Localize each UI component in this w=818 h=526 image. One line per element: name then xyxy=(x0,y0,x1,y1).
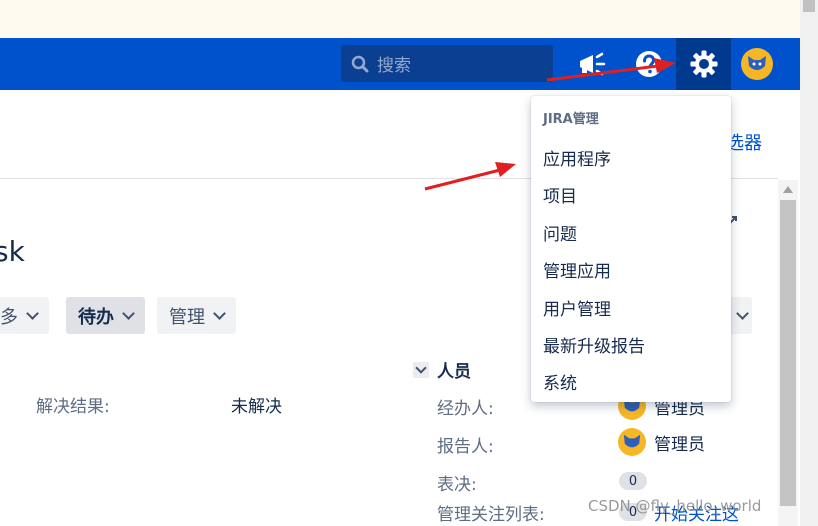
people-section-header[interactable]: 人员 xyxy=(413,357,471,382)
chevron-down-icon xyxy=(122,307,135,320)
menu-item-issues[interactable]: 问题 xyxy=(543,220,577,245)
chevron-down-icon xyxy=(213,307,226,320)
avatar xyxy=(748,56,766,70)
admin-button-label: 管理 xyxy=(169,306,205,328)
chevron-down-icon xyxy=(26,307,39,320)
votes-label: 表决: xyxy=(437,475,477,495)
reporter-avatar xyxy=(618,428,646,456)
scroll-up-arrow-icon[interactable] xyxy=(783,186,793,193)
watermark: CSDN @fly_hello_world xyxy=(588,497,762,515)
votes-count-badge[interactable]: 0 xyxy=(619,472,647,490)
annotation-arrow-to-menu xyxy=(424,168,501,191)
collapse-chevron-icon[interactable] xyxy=(413,361,429,378)
watchers-label: 管理关注列表: xyxy=(437,505,545,525)
assignee-label: 经办人: xyxy=(437,399,494,419)
chevron-down-icon xyxy=(736,307,749,320)
window-scrollbar[interactable] xyxy=(800,0,818,526)
filter-link[interactable]: 选器 xyxy=(726,129,762,155)
reporter-label: 报告人: xyxy=(437,437,494,457)
admin-button[interactable]: 管理 xyxy=(157,297,236,334)
more-button[interactable]: 多 xyxy=(0,297,49,334)
reporter-user[interactable]: 管理员 xyxy=(618,428,705,456)
todo-status-label: 待办 xyxy=(78,306,114,328)
menu-item-projects[interactable]: 项目 xyxy=(543,182,577,207)
resolution-value: 未解决 xyxy=(231,397,282,417)
search-icon xyxy=(351,55,369,72)
menu-item-system[interactable]: 系统 xyxy=(543,369,577,394)
admin-dropdown-menu: JIRA管理 应用程序 项目 问题 管理应用 用户管理 最新升级报告 系统 xyxy=(531,96,731,402)
todo-status-button[interactable]: 待办 xyxy=(66,297,145,334)
dropdown-heading: JIRA管理 xyxy=(543,112,599,127)
menu-item-user-management[interactable]: 用户管理 xyxy=(543,295,611,320)
whats-new-button[interactable] xyxy=(572,45,612,83)
menu-item-manage-apps[interactable]: 管理应用 xyxy=(543,257,611,282)
help-icon xyxy=(636,51,662,77)
people-heading: 人员 xyxy=(437,362,471,382)
announcement-banner xyxy=(0,0,800,39)
annotation-arrowhead-menu xyxy=(495,162,516,177)
menu-item-applications[interactable]: 应用程序 xyxy=(543,145,611,170)
user-avatar-button[interactable] xyxy=(741,48,773,80)
megaphone-icon xyxy=(580,52,606,76)
reporter-value: 管理员 xyxy=(654,434,705,455)
resolution-label: 解决结果: xyxy=(36,397,110,417)
more-button-label: 多 xyxy=(0,306,18,328)
search-placeholder: 搜索 xyxy=(377,56,411,76)
help-button[interactable] xyxy=(629,45,669,83)
scrollbar-thumb[interactable] xyxy=(803,0,815,12)
settings-button[interactable] xyxy=(676,38,731,90)
content-scrollbar-thumb[interactable] xyxy=(780,200,796,506)
gear-icon xyxy=(690,50,717,78)
menu-item-latest-upgrade-report[interactable]: 最新升级报告 xyxy=(543,332,645,357)
search-input[interactable]: 搜索 xyxy=(341,45,553,82)
content-scrollbar[interactable] xyxy=(778,180,798,526)
issue-title: sk xyxy=(0,235,25,268)
